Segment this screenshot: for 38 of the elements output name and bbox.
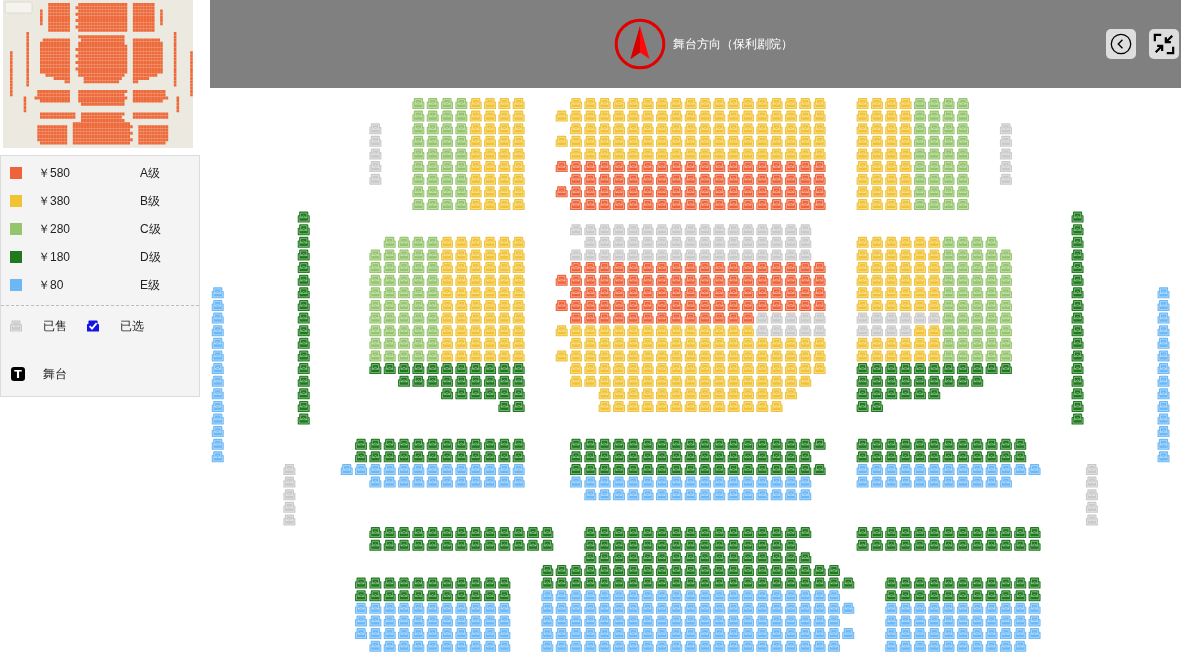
status-label: 舞台 [43, 365, 67, 383]
status-label: 已选 [120, 317, 144, 335]
seat-block[interactable] [369, 236, 525, 412]
price-label: ￥380 [38, 192, 72, 210]
price-label: ￥280 [38, 220, 72, 238]
seat-minimap[interactable] [3, 0, 193, 148]
seat-block[interactable] [1071, 211, 1084, 425]
grade-label: D级 [140, 248, 161, 266]
grade-label: B级 [140, 192, 160, 210]
collapse-button[interactable] [1149, 29, 1179, 59]
seat-block[interactable] [856, 236, 1012, 412]
price-label: ￥80 [38, 276, 65, 294]
price-label: ￥580 [38, 164, 72, 182]
seat-block[interactable] [555, 224, 826, 412]
seat-block[interactable] [297, 211, 310, 425]
back-button[interactable] [1106, 29, 1136, 59]
seat-block[interactable] [355, 577, 511, 652]
price-label: ￥180 [38, 248, 72, 266]
circle-chevron-left-icon [1110, 33, 1132, 55]
grade-label: C级 [140, 220, 161, 238]
seat-block[interactable] [369, 527, 554, 551]
seat-block[interactable] [555, 98, 826, 210]
stage-direction-title: 舞台方向（保利剧院） [673, 35, 793, 53]
seat-block[interactable] [541, 564, 855, 652]
seat-block[interactable] [570, 438, 826, 501]
seat-block[interactable] [885, 577, 1041, 652]
status-label: 已售 [43, 317, 67, 335]
stage-icon: T [11, 367, 25, 381]
seat-block[interactable] [340, 438, 525, 488]
seat-block[interactable] [856, 527, 1041, 551]
seat-icon [10, 320, 22, 332]
grade-label: E级 [140, 276, 160, 294]
checked-seat-icon [87, 320, 99, 332]
seat-block[interactable] [584, 527, 812, 564]
seat-block[interactable] [856, 438, 1041, 488]
grade-label: A级 [140, 164, 160, 182]
shrink-arrows-icon [1153, 33, 1175, 55]
compass-icon [614, 18, 666, 70]
